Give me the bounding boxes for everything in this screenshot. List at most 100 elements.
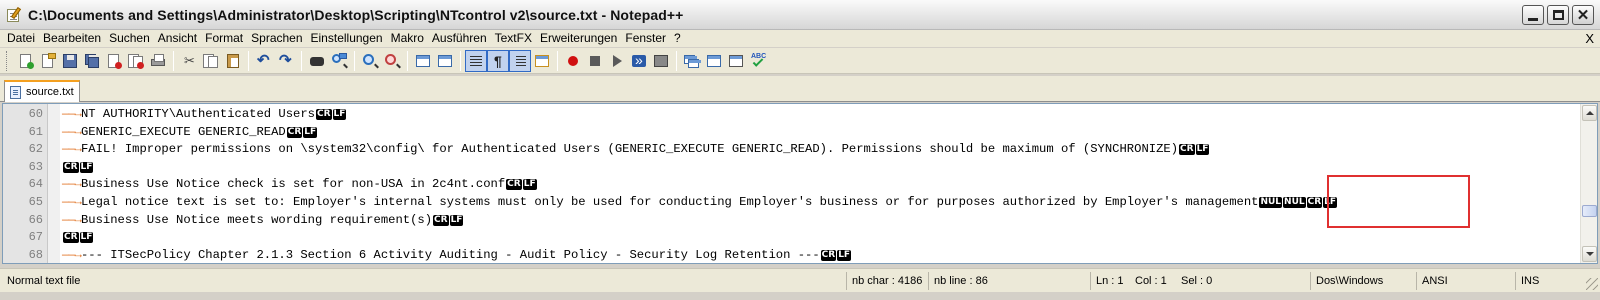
open-file-button[interactable] — [37, 50, 59, 72]
line-content: ——→Legal notice text is set to: Employer… — [62, 194, 1338, 212]
sync-vertical-button[interactable] — [412, 50, 434, 72]
close-button[interactable]: ✕ — [1572, 5, 1594, 25]
menu-help[interactable]: ? — [670, 30, 685, 47]
playback-macro-button[interactable] — [606, 50, 628, 72]
resize-grip[interactable] — [1586, 278, 1598, 290]
undo-icon: ↶ — [257, 51, 270, 69]
user-defined-dialog-icon — [534, 53, 550, 69]
status-nb-line: nb line : 86 — [928, 272, 1088, 290]
scroll-down-button[interactable] — [1582, 246, 1597, 262]
control-char-lf: LF — [449, 214, 464, 226]
tool-1-button[interactable] — [681, 50, 703, 72]
user-defined-dialog-button[interactable] — [531, 50, 553, 72]
status-nb-char: nb char : 4186 — [846, 272, 928, 290]
indent-guide-button[interactable] — [509, 49, 531, 72]
menu-format[interactable]: Format — [201, 30, 247, 47]
replace-icon — [331, 52, 347, 69]
line-text: Business Use Notice meets wording requir… — [80, 212, 433, 227]
zoom-out-button[interactable] — [381, 50, 403, 72]
word-wrap-button[interactable] — [465, 49, 487, 72]
menu-sprachen[interactable]: Sprachen — [247, 30, 306, 47]
status-bar: Normal text file nb char : 4186 nb line … — [0, 268, 1600, 292]
cut-button[interactable]: ✂ — [178, 50, 200, 72]
tab-source-txt[interactable]: source.txt — [4, 80, 80, 102]
zoom-in-button[interactable] — [359, 50, 381, 72]
minimize-icon — [1528, 17, 1538, 21]
control-char-cr: CR — [433, 214, 449, 226]
save-icon — [62, 53, 78, 69]
fast-forward-icon — [631, 52, 647, 69]
new-file-icon — [18, 53, 34, 69]
copy-button[interactable] — [200, 50, 222, 72]
zoom-out-icon — [384, 53, 400, 69]
line-content: CR LF — [62, 229, 94, 247]
text-editor[interactable]: 60 ——→NT AUTHORITY\Authenticated Users CR L… — [2, 103, 1598, 264]
run-macro-multiple-button[interactable] — [628, 50, 650, 72]
menu-fenster[interactable]: Fenster — [621, 30, 670, 47]
close-all-button[interactable] — [125, 50, 147, 72]
new-file-button[interactable] — [15, 50, 37, 72]
redo-button[interactable]: ↷ — [275, 50, 297, 72]
notepad-plus-plus-icon[interactable] — [6, 6, 22, 23]
control-char-lf: LF — [837, 249, 852, 261]
tool-2-button[interactable] — [703, 50, 725, 72]
control-char-cr: CR — [63, 232, 79, 244]
menu-ansicht[interactable]: Ansicht — [154, 30, 201, 47]
vertical-scrollbar[interactable] — [1580, 104, 1597, 263]
copy-icon — [203, 53, 219, 69]
print-button[interactable] — [147, 50, 169, 72]
menu-datei[interactable]: Datei — [3, 30, 39, 47]
menu-textfx[interactable]: TextFX — [491, 30, 536, 47]
menu-suchen[interactable]: Suchen — [105, 30, 154, 47]
tab-arrow-icon: ——→ — [62, 177, 82, 192]
zoom-in-icon — [362, 53, 378, 69]
menu-erweiterungen[interactable]: Erweiterungen — [536, 30, 621, 47]
menu-ausfuehren[interactable]: Ausführen — [428, 30, 491, 47]
spell-check-button[interactable]: ABC — [747, 50, 769, 72]
control-char-lf: LF — [332, 109, 347, 120]
scroll-thumb[interactable] — [1582, 205, 1597, 217]
close-icon: ✕ — [1576, 6, 1590, 24]
stop-recording-button[interactable] — [584, 50, 606, 72]
line-number: 60 — [28, 107, 43, 121]
show-all-characters-button[interactable]: ¶ — [487, 49, 509, 72]
pilcrow-icon: ¶ — [494, 52, 502, 69]
toolbar-grip[interactable] — [6, 50, 9, 71]
save-all-button[interactable] — [81, 50, 103, 72]
record-macro-button[interactable] — [562, 50, 584, 72]
line-content: ——→GENERIC_EXECUTE GENERIC_READ CR LF — [62, 124, 318, 142]
editor-line[interactable]: 61 ——→GENERIC_EXECUTE GENERIC_READ CR LF — [3, 124, 1563, 142]
menu-makro[interactable]: Makro — [387, 30, 428, 47]
find-button[interactable] — [306, 50, 328, 72]
editor-line[interactable]: 67 CR LF — [3, 229, 1563, 247]
window-controls: ✕ — [1522, 5, 1594, 25]
control-char-cr: CR — [1306, 197, 1323, 208]
control-char-lf: LF — [1195, 144, 1210, 156]
tool-3-button[interactable] — [725, 50, 747, 72]
control-char-cr: CR — [63, 161, 79, 173]
line-number: 65 — [28, 195, 43, 209]
control-char-lf: LF — [79, 161, 94, 173]
close-file-button[interactable] — [103, 50, 125, 72]
paste-button[interactable] — [222, 50, 244, 72]
editor-line[interactable]: 63 CR LF — [3, 159, 1563, 177]
sync-horizontal-button[interactable] — [434, 50, 456, 72]
tab-arrow-icon: ——→ — [62, 107, 82, 121]
menu-bearbeiten[interactable]: Bearbeiten — [39, 30, 105, 47]
editor-line[interactable]: 62 ——→FAIL! Improper permissions on \syst… — [3, 141, 1563, 159]
menu-einstellungen[interactable]: Einstellungen — [307, 30, 387, 47]
close-document-button[interactable]: X — [1585, 30, 1594, 47]
line-text: FAIL! Improper permissions on \system32\… — [80, 142, 1179, 157]
save-button[interactable] — [59, 50, 81, 72]
status-insert-mode: INS — [1515, 272, 1575, 290]
editor-line[interactable]: 68 ——→--- ITSecPolicy Chapter 2.1.3 Secti… — [3, 247, 1563, 263]
replace-button[interactable] — [328, 50, 350, 72]
close-file-icon — [106, 53, 122, 69]
maximize-button[interactable] — [1547, 5, 1569, 25]
annotation-highlight-box — [1327, 175, 1470, 228]
undo-button[interactable]: ↶ — [253, 50, 275, 72]
save-macro-button[interactable] — [650, 50, 672, 72]
minimize-button[interactable] — [1522, 5, 1544, 25]
scroll-up-button[interactable] — [1582, 105, 1597, 121]
editor-line[interactable]: 60 ——→NT AUTHORITY\Authenticated Users CR L… — [3, 106, 1563, 124]
